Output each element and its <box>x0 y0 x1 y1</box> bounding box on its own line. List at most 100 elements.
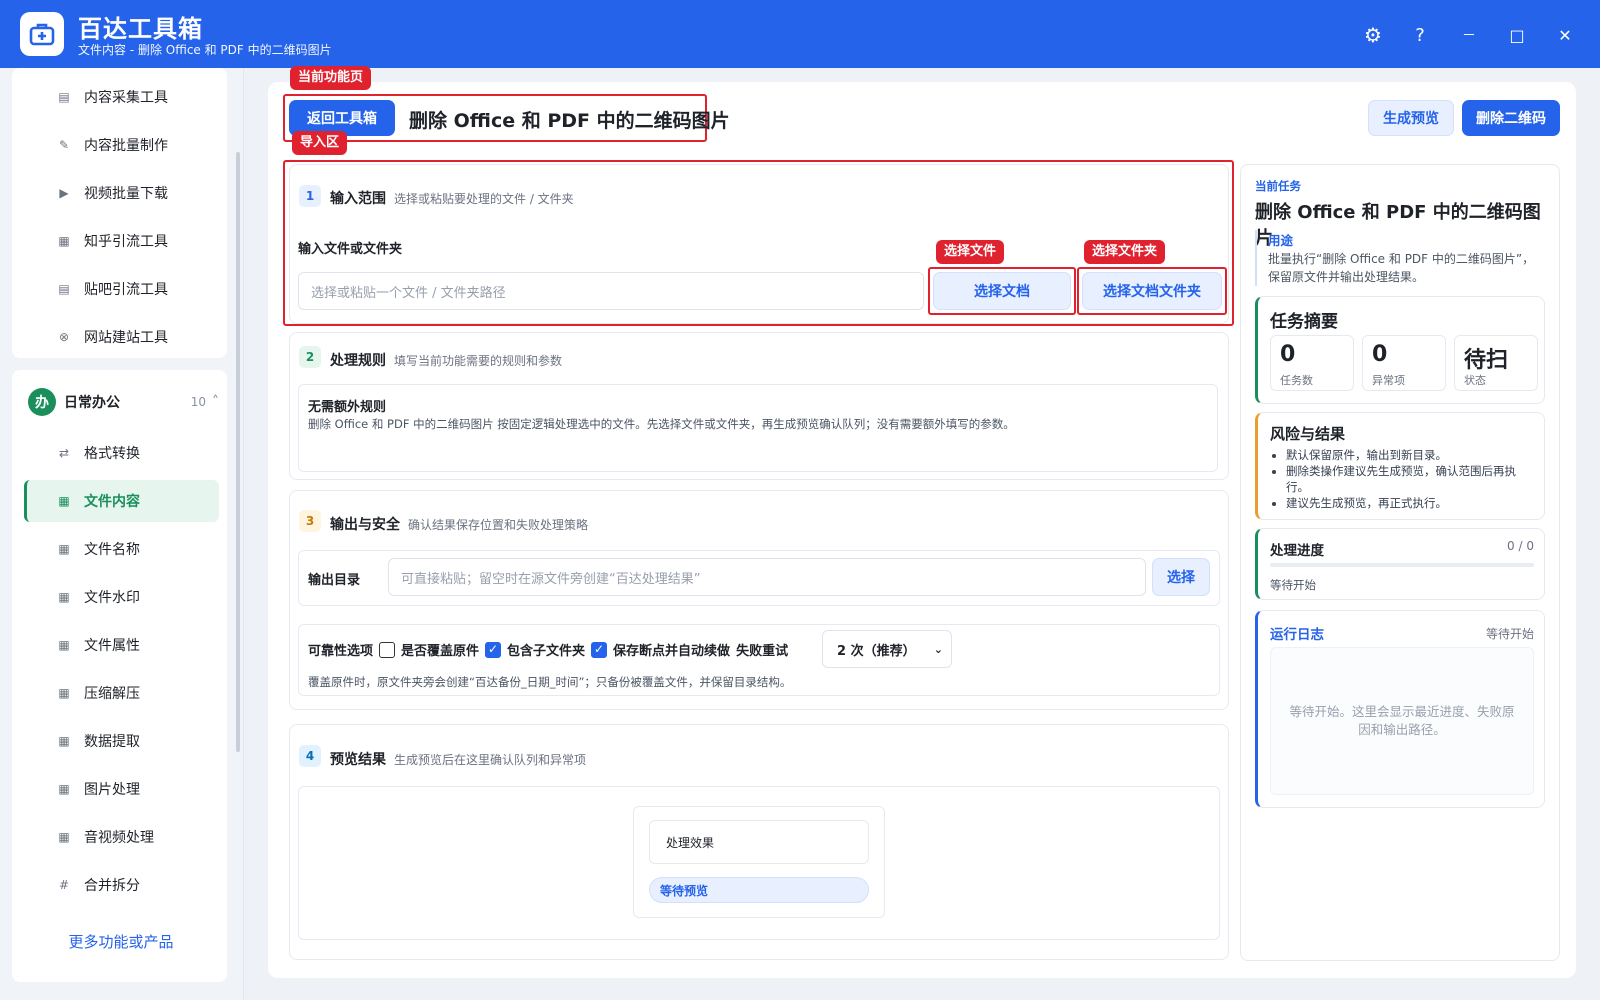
section-desc: 填写当前功能需要的规则和参数 <box>394 354 563 368</box>
stat-label: 状态 <box>1464 374 1486 387</box>
stat-label: 任务数 <box>1280 374 1313 387</box>
help-icon[interactable]: ? <box>1405 20 1435 50</box>
progress-bar-track <box>1270 563 1534 567</box>
sidebar-item-label: 文件属性 <box>84 638 140 654</box>
title-bar: 百达工具箱 文件内容 - 删除 Office 和 PDF 中的二维码图片 ⚙ ?… <box>0 0 1600 68</box>
log-status: 等待开始 <box>1485 627 1534 641</box>
risk-title: 风险与结果 <box>1270 425 1346 443</box>
sidebar-item[interactable]: # 合并拆分 <box>24 864 219 906</box>
sidebar-item-label: 音视频处理 <box>84 830 154 846</box>
more-products-button[interactable]: 更多功能或产品 <box>16 916 226 966</box>
summary-card: 任务摘要 0 任务数 0 异常项 待扫 状态 <box>1255 296 1545 404</box>
sidebar-item[interactable]: ▤ 贴吧引流工具 <box>24 268 219 310</box>
chevron-up-icon[interactable]: ˄ <box>212 394 219 410</box>
group-badge-icon: 办 <box>28 388 56 416</box>
sidebar-item[interactable]: ▦ 音视频处理 <box>24 816 219 858</box>
sidebar-item[interactable]: ▦ 文件水印 <box>24 576 219 618</box>
sidebar-item[interactable]: ⊗ 网站建站工具 <box>24 316 219 358</box>
sidebar-item-icon: ⇄ <box>58 446 70 460</box>
page-title: 删除 Office 和 PDF 中的二维码图片 <box>409 110 730 132</box>
sidebar-item-icon: ▦ <box>58 782 70 796</box>
group-office-header[interactable]: 办 日常办公 10 ˄ <box>28 386 223 418</box>
sidebar-item-icon: ▤ <box>58 90 70 104</box>
output-dir-label: 输出目录 <box>308 573 361 588</box>
section-number: 3 <box>299 510 321 532</box>
section-desc: 选择或粘贴要处理的文件 / 文件夹 <box>394 192 574 206</box>
section-desc: 生成预览后在这里确认队列和异常项 <box>394 753 587 767</box>
sidebar-item-label: 文件内容 <box>84 494 140 510</box>
sidebar-item[interactable]: ▦ 图片处理 <box>24 768 219 810</box>
stat-value: 待扫 <box>1464 348 1509 373</box>
sidebar-item[interactable]: ▦ 文件名称 <box>24 528 219 570</box>
sidebar-item-icon: ▤ <box>58 282 70 296</box>
resume-checkbox[interactable]: ✓ <box>591 641 608 658</box>
choose-document-folder-button[interactable]: 选择文档文件夹 <box>1082 272 1222 310</box>
sidebar-item-label: 贴吧引流工具 <box>84 282 168 298</box>
sidebar-item[interactable]: ▦ 文件内容 <box>24 480 219 522</box>
summary-title: 任务摘要 <box>1270 312 1338 332</box>
retry-select[interactable]: 2 次（推荐） ⌄ <box>822 630 952 668</box>
sidebar-item[interactable]: ▦ 知乎引流工具 <box>24 220 219 262</box>
generate-preview-button[interactable]: 生成预览 <box>1368 100 1454 136</box>
input-path-field[interactable]: 选择或粘贴一个文件 / 文件夹路径 <box>298 272 924 310</box>
app-subtitle: 文件内容 - 删除 Office 和 PDF 中的二维码图片 <box>78 43 332 57</box>
section-title: 预览结果 <box>330 752 386 768</box>
sidebar-item-icon: ▦ <box>58 494 70 508</box>
choose-output-dir-button[interactable]: 选择 <box>1152 558 1210 596</box>
group-title: 日常办公 <box>64 395 120 411</box>
sidebar-item[interactable]: ▦ 文件属性 <box>24 624 219 666</box>
task-caption: 当前任务 <box>1255 179 1301 193</box>
sidebar-item-icon: ✎ <box>58 138 70 152</box>
overwrite-label: 是否覆盖原件 <box>401 644 480 659</box>
include-subfolders-label: 包含子文件夹 <box>507 644 586 659</box>
task-title: 删除 Office 和 PDF 中的二维码图片 <box>1255 202 1541 249</box>
rules-box-title: 无需额外规则 <box>308 400 387 415</box>
usage-divider <box>1255 230 1257 286</box>
sidebar-scrollbar[interactable] <box>236 152 240 752</box>
progress-card: 处理进度 0 / 0 等待开始 <box>1255 528 1545 600</box>
progress-status: 等待开始 <box>1270 578 1316 592</box>
sidebar-item-icon: ▦ <box>58 734 70 748</box>
reliability-options: 可靠性选项 是否覆盖原件 ✓ 包含子文件夹 ✓ 保存断点并自动续做 失败重试 <box>308 640 788 659</box>
summary-stat: 0 任务数 <box>1270 335 1354 391</box>
include-subfolders-checkbox[interactable]: ✓ <box>485 641 502 658</box>
sidebar-item-label: 格式转换 <box>84 446 140 462</box>
remove-qrcode-button[interactable]: 删除二维码 <box>1462 100 1560 136</box>
sidebar-item-label: 合并拆分 <box>84 878 140 894</box>
resume-label: 保存断点并自动续做 <box>613 644 731 659</box>
sidebar-item[interactable]: ▤ 内容采集工具 <box>24 76 219 118</box>
risk-item: 默认保留原件，输出到新目录。 <box>1286 447 1534 463</box>
retry-select-value: 2 次（推荐） <box>837 643 916 659</box>
sidebar-item-icon: ▶ <box>59 186 69 200</box>
sidebar-item[interactable]: ▦ 数据提取 <box>24 720 219 762</box>
output-dir-input[interactable]: 可直接粘贴；留空时在源文件旁创建“百达处理结果” <box>388 558 1146 596</box>
annotation-select-folder-tag: 选择文件夹 <box>1084 240 1166 264</box>
risk-card: 风险与结果 默认保留原件，输出到新目录。删除类操作建议先生成预览，确认范围后再执… <box>1255 412 1545 520</box>
risk-item: 建议先生成预览，再正式执行。 <box>1286 495 1534 511</box>
overwrite-checkbox[interactable] <box>379 641 396 658</box>
sidebar-item-label: 内容采集工具 <box>84 90 168 106</box>
settings-gear-icon[interactable]: ⚙ <box>1358 20 1388 50</box>
sidebar-item-label: 图片处理 <box>84 782 140 798</box>
progress-count: 0 / 0 <box>1507 539 1534 553</box>
reliability-label: 可靠性选项 <box>308 644 374 659</box>
sidebar-item[interactable]: ⇄ 格式转换 <box>24 432 219 474</box>
summary-stat: 待扫 状态 <box>1454 335 1538 391</box>
close-icon[interactable]: ✕ <box>1550 20 1580 50</box>
sidebar-item-icon: ▦ <box>58 638 70 652</box>
choose-document-button[interactable]: 选择文档 <box>933 272 1071 310</box>
sidebar-item-icon: ▦ <box>58 830 70 844</box>
risk-item: 删除类操作建议先生成预览，确认范围后再执行。 <box>1286 463 1534 495</box>
sidebar-item-label: 视频批量下载 <box>84 186 168 202</box>
sidebar-item[interactable]: ▦ 压缩解压 <box>24 672 219 714</box>
section-number: 4 <box>299 745 321 767</box>
maximize-icon[interactable]: □ <box>1502 20 1532 50</box>
section-desc: 确认结果保存位置和失败处理策略 <box>408 518 589 532</box>
sidebar-item[interactable]: ▶ 视频批量下载 <box>24 172 219 214</box>
minimize-icon[interactable]: － <box>1454 20 1484 50</box>
sidebar-item-icon: ▦ <box>58 542 70 556</box>
section-title: 处理规则 <box>330 353 386 369</box>
sidebar-item[interactable]: ✎ 内容批量制作 <box>24 124 219 166</box>
app-logo-icon <box>20 12 64 56</box>
section-title: 输出与安全 <box>330 517 400 533</box>
